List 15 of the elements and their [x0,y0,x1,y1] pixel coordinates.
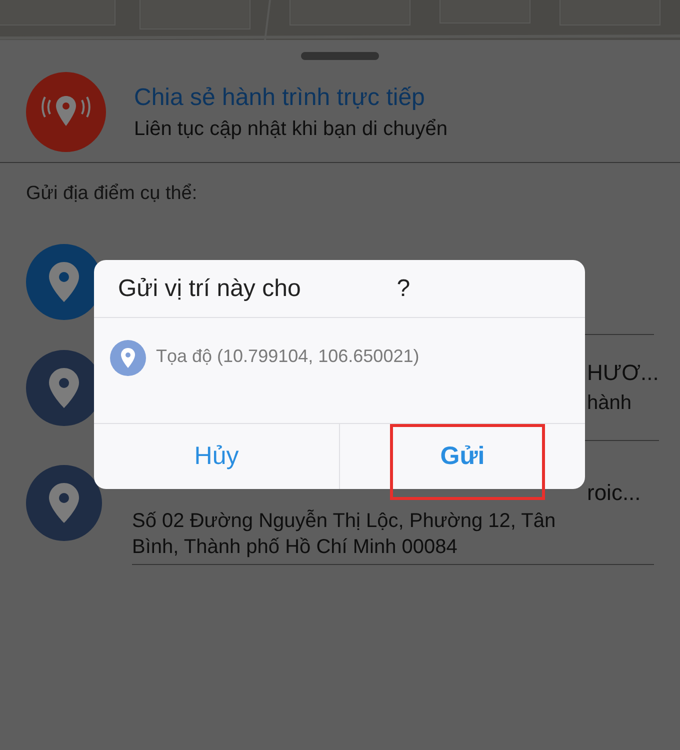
place-address: Số 02 Đường Nguyễn Thị Lộc, Phường 12, Tân Bình, Thành phố Hồ Chí Minh 00084 [132,508,557,560]
location-pin-icon [49,368,79,408]
drag-handle[interactable] [301,52,379,60]
place-subtitle: hành [587,392,632,415]
live-share-title[interactable]: Chia sẻ hành trình trực tiếp [134,84,448,112]
section-label: Gửi địa điểm cụ thể: [25,182,198,206]
question-mark: ? [396,275,410,303]
location-pin-icon [49,483,79,523]
place-title[interactable]: HƯƠ... [587,360,659,386]
cancel-button[interactable]: Hủy [94,424,339,489]
location-pin-icon [110,340,146,376]
live-share-subtitle: Liên tục cập nhật khi bạn di chuyển [134,118,448,140]
dialog-title: Gửi vị trí này cho [118,275,301,303]
coordinates: Tọa độ (10.799104, 106.650021) [156,346,420,367]
location-pin-icon [49,262,79,302]
